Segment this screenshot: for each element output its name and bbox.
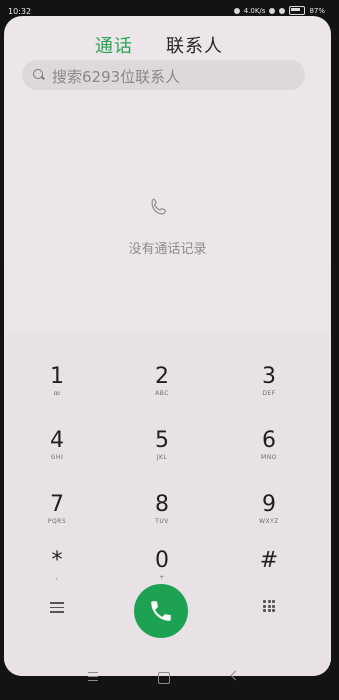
key-letters: ABC	[155, 390, 169, 397]
key-letters: MNO	[261, 454, 277, 461]
key-digit: 7	[50, 492, 64, 517]
key-3[interactable]: 3 DEF	[217, 352, 321, 414]
key-digit: *	[51, 548, 63, 573]
network-speed: 4.0K/s	[243, 6, 266, 15]
battery-level: 87%	[309, 6, 325, 15]
key-1[interactable]: 1ꝏ	[5, 352, 109, 414]
key-6[interactable]: 6 MNO	[217, 416, 321, 478]
key-5[interactable]: 5 JKL	[110, 416, 214, 478]
key-letters: WXYZ	[259, 518, 279, 525]
search-icon	[33, 69, 43, 79]
key-digit: 9	[262, 492, 276, 517]
key-letters: +	[159, 574, 165, 581]
key-letters: TUV	[155, 518, 169, 525]
key-letters: JKL	[156, 454, 168, 461]
dial-keypad: 1ꝏ 2 ABC 3 DEF 4 GHI 5 JKL 6 MNO 7 PQRS 8 TUV 9…	[4, 334, 331, 676]
status-indicators: 4.0K/s 87%	[233, 6, 325, 15]
key-letters: GHI	[50, 454, 64, 461]
dialer-panel: 通话 联系人 搜索6293位联系人 没有通话记录 1ꝏ 2 ABC 3 DEF 4G…	[4, 16, 331, 676]
tab-contacts[interactable]: 联系人	[166, 32, 223, 58]
screen: 10:32 4.0K/s 87% 通话 联系人 搜索6293位联系人 没有通话记…	[0, 0, 339, 700]
key-7[interactable]: 7 PQRS	[5, 480, 109, 542]
key-digit: 2	[155, 364, 169, 389]
tab-calls[interactable]: 通话	[95, 32, 133, 58]
key-letters: DEF	[262, 390, 276, 397]
empty-state-text: 没有通话记录	[128, 242, 207, 257]
system-nav-bar	[0, 660, 339, 700]
search-input[interactable]: 搜索6293位联系人	[22, 60, 305, 90]
search-placeholder: 搜索6293位联系人	[52, 68, 181, 86]
key-hash[interactable]: #	[217, 536, 321, 598]
nav-home-icon[interactable]	[158, 672, 170, 684]
call-button[interactable]	[134, 584, 188, 638]
battery-icon	[289, 6, 306, 15]
key-digit: #	[259, 548, 279, 573]
nav-back-icon[interactable]	[230, 670, 241, 681]
key-digit: 5	[155, 428, 169, 453]
key-digit: 0	[155, 548, 169, 573]
key-digit: 8	[155, 492, 169, 517]
keypad-toggle-icon[interactable]	[263, 600, 275, 612]
key-digit: 4	[50, 428, 64, 453]
key-letters: ,	[55, 574, 59, 581]
key-9[interactable]: 9 WXYZ	[217, 480, 321, 542]
tab-bar: 通话 联系人	[4, 32, 331, 58]
bluetooth-icon	[269, 7, 276, 14]
key-digit: 3	[262, 364, 276, 389]
signal-icon	[233, 7, 240, 14]
key-digit: 6	[262, 428, 276, 453]
nav-recents-icon[interactable]	[88, 672, 98, 684]
status-time: 10:32	[8, 7, 32, 16]
key-2[interactable]: 2 ABC	[110, 352, 214, 414]
key-digit: 1	[50, 364, 64, 389]
key-4[interactable]: 4 GHI	[5, 416, 109, 478]
key-letters: PQRS	[47, 518, 67, 525]
phone-icon	[151, 601, 171, 621]
menu-icon[interactable]	[50, 602, 64, 613]
key-8[interactable]: 8 TUV	[110, 480, 214, 542]
key-star[interactable]: *,	[5, 536, 109, 598]
wifi-icon	[279, 7, 286, 14]
phone-outline-icon	[151, 198, 167, 215]
key-letters: ꝏ	[53, 390, 61, 397]
